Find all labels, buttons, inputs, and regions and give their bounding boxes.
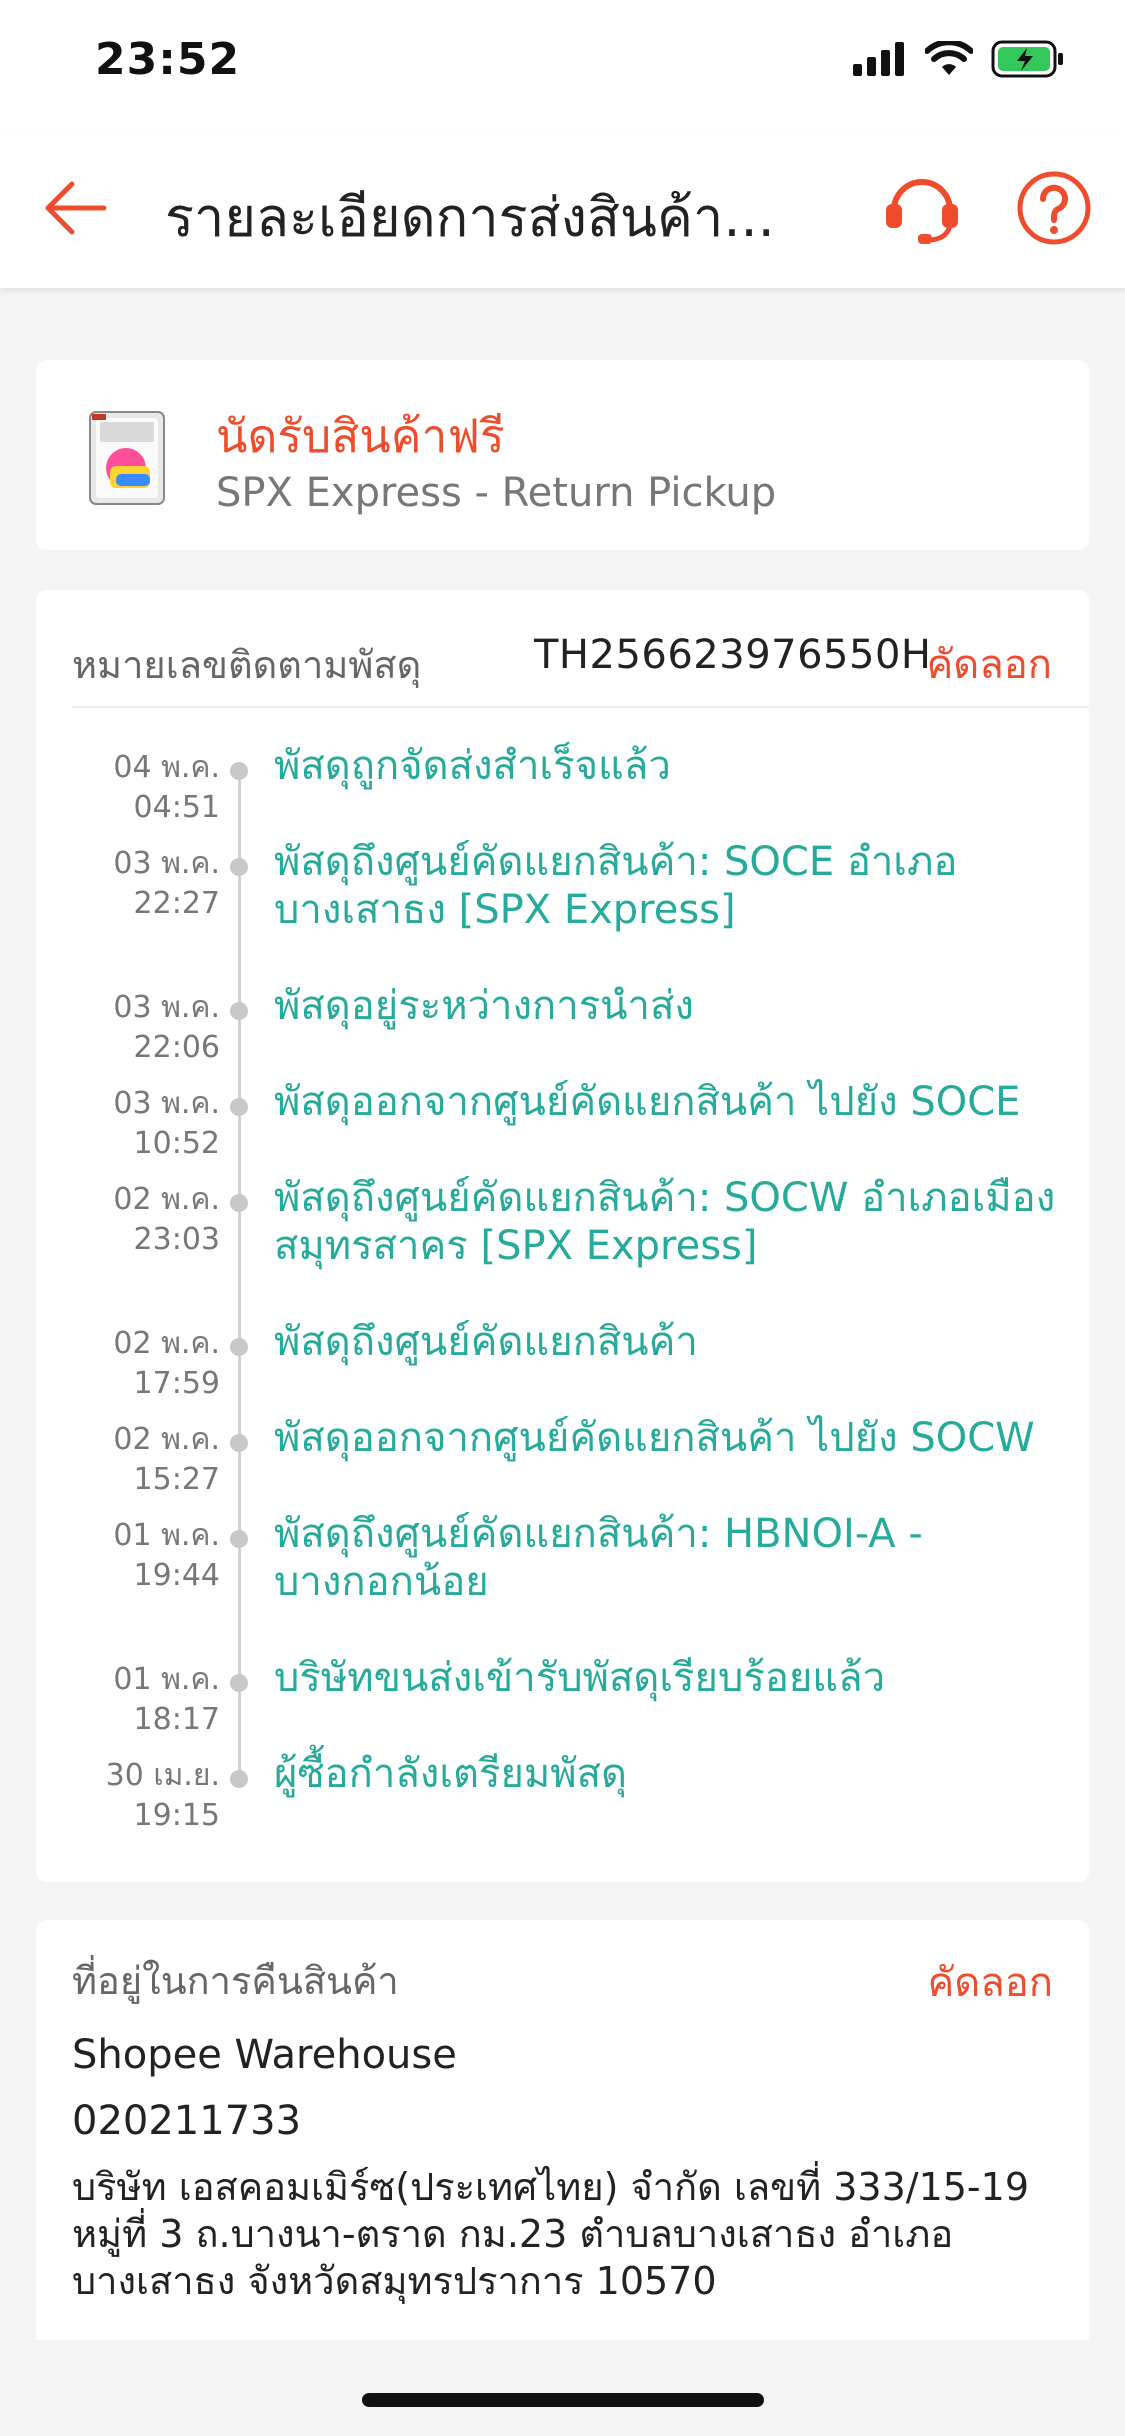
event-time: 22:06 [133, 1030, 220, 1065]
status-bar: 23:52 [0, 0, 1125, 130]
return-address-card: ที่อยู่ในการคืนสินค้า คัดลอก Shopee Ware… [36, 1920, 1089, 2340]
top-nav-bar: รายละเอียดการส่งสินค้า... [0, 130, 1125, 288]
return-address-label: ที่อยู่ในการคืนสินค้า [72, 1959, 399, 2003]
timeline-dot [230, 1338, 248, 1356]
event-time: 17:59 [133, 1366, 220, 1401]
status-time: 23:52 [95, 34, 241, 85]
timeline-dot [230, 1002, 248, 1020]
battery-charging-icon [991, 40, 1063, 78]
timeline-dot [230, 762, 248, 780]
tracking-card: หมายเลขติดตามพัสดุ TH256623976550H คัดลอ… [36, 590, 1089, 1882]
signal-icon [853, 42, 904, 76]
page-title: รายละเอียดการส่งสินค้า... [165, 186, 775, 249]
event-time: 19:44 [133, 1558, 220, 1593]
event-description: พัสดุถูกจัดส่งสำเร็จแล้ว [274, 743, 671, 789]
event-time: 18:17 [133, 1702, 220, 1737]
timeline-line [238, 766, 241, 1776]
event-time: 04:51 [133, 790, 220, 825]
customer-support-icon[interactable] [880, 166, 964, 250]
shipment-summary-card: นัดรับสินค้าฟรี SPX Express - Return Pic… [36, 360, 1089, 550]
event-description: พัสดุถึงศูนย์คัดแยกสินค้า: SOCE อำเภอบาง… [274, 839, 958, 933]
recipient-name: Shopee Warehouse [72, 2032, 457, 2078]
event-date: 01 พ.ค. [113, 1662, 220, 1697]
recipient-address: บริษัท เอสคอมเมิร์ซ(ประเทศไทย) จำกัด เลข… [72, 2165, 1029, 2303]
event-description: พัสดุออกจากศูนย์คัดแยกสินค้า ไปยัง SOCE [274, 1079, 1021, 1125]
event-description: พัสดุถึงศูนย์คัดแยกสินค้า: HBNOI-A - บาง… [274, 1511, 923, 1605]
event-description: พัสดุออกจากศูนย์คัดแยกสินค้า ไปยัง SOCW [274, 1415, 1035, 1461]
event-description: บริษัทขนส่งเข้ารับพัสดุเรียบร้อยแล้ว [274, 1655, 886, 1701]
carrier-name: SPX Express - Return Pickup [216, 470, 777, 516]
status-icons [853, 40, 1065, 78]
back-arrow-icon[interactable] [38, 170, 114, 246]
copy-address-button[interactable]: คัดลอก [928, 1950, 1054, 2014]
help-icon[interactable] [1014, 168, 1094, 248]
timeline-dot [230, 1770, 248, 1788]
timeline-dot [230, 858, 248, 876]
tracking-number: TH256623976550H [534, 632, 932, 678]
shipment-type-label: นัดรับสินค้าฟรี [216, 409, 505, 463]
event-description: ผู้ซื้อกำลังเตรียมพัสดุ [274, 1751, 628, 1797]
timeline-dot [230, 1434, 248, 1452]
event-description: พัสดุถึงศูนย์คัดแยกสินค้า [274, 1319, 698, 1365]
tracking-number-label: หมายเลขติดตามพัสดุ [72, 643, 422, 687]
event-time: 23:03 [133, 1222, 220, 1257]
event-time: 19:15 [133, 1798, 220, 1833]
event-time: 22:27 [133, 886, 220, 921]
event-date: 04 พ.ค. [113, 750, 220, 785]
event-date: 03 พ.ค. [113, 990, 220, 1025]
event-date: 01 พ.ค. [113, 1518, 220, 1553]
timeline-dot [230, 1530, 248, 1548]
event-description: พัสดุถึงศูนย์คัดแยกสินค้า: SOCW อำเภอเมื… [274, 1175, 1056, 1269]
event-date: 03 พ.ค. [113, 846, 220, 881]
home-indicator[interactable] [362, 2393, 764, 2407]
home-bar-area [0, 2340, 1125, 2436]
event-time: 10:52 [133, 1126, 220, 1161]
event-description: พัสดุอยู่ระหว่างการนำส่ง [274, 983, 694, 1029]
timeline-dot [230, 1674, 248, 1692]
event-time: 15:27 [133, 1462, 220, 1497]
timeline-dot [230, 1098, 248, 1116]
event-date: 03 พ.ค. [113, 1086, 220, 1121]
event-date: 02 พ.ค. [113, 1422, 220, 1457]
event-date: 02 พ.ค. [113, 1182, 220, 1217]
recipient-phone: 020211733 [72, 2098, 302, 2144]
timeline-dot [230, 1194, 248, 1212]
copy-tracking-button[interactable]: คัดลอก [927, 632, 1053, 696]
tracking-number-row: หมายเลขติดตามพัสดุ TH256623976550H คัดลอ… [72, 626, 1088, 706]
event-date: 02 พ.ค. [113, 1326, 220, 1361]
wifi-icon [925, 41, 973, 75]
event-date: 30 เม.ย. [105, 1758, 220, 1793]
product-thumbnail [89, 411, 165, 505]
divider [72, 706, 1089, 708]
